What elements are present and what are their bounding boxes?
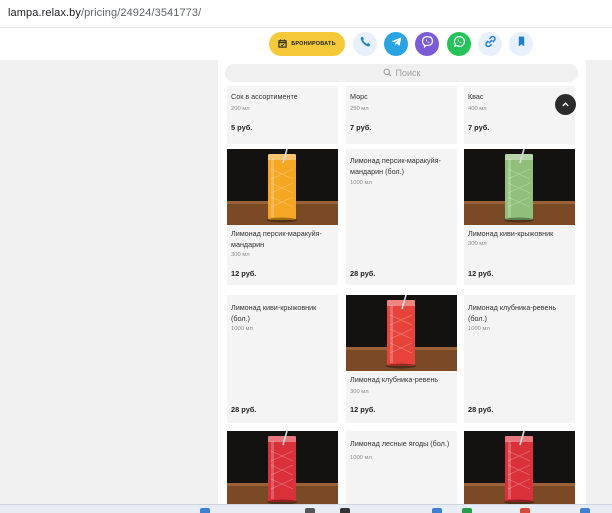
item-volume: 200 мл: [231, 106, 250, 112]
drink-photo: [346, 295, 457, 371]
menu-item-card[interactable]: [464, 431, 575, 504]
menu-item-card[interactable]: Лимонад персик-маракуйя-мандарин (бол.) …: [346, 149, 457, 285]
drink-photo: [464, 431, 575, 504]
taskbar-app-icon[interactable]: [305, 508, 315, 513]
item-volume: 300 мл: [350, 389, 369, 395]
item-volume: 300 мл: [468, 241, 487, 247]
menu-item-card[interactable]: Лимонад лесные ягоды (бол.) 1000 мл: [346, 431, 457, 504]
copy-link-button[interactable]: [478, 32, 502, 56]
whatsapp-button[interactable]: [447, 32, 471, 56]
item-name: Лимонад клубника-ревень: [350, 375, 439, 384]
item-name: Лимонад киви-крыжовник: [468, 229, 554, 238]
scroll-top-button[interactable]: [555, 94, 576, 115]
item-price: 12 руб.: [468, 269, 494, 278]
viber-button[interactable]: [415, 32, 439, 56]
url-path: /pricing/24924/3541773/: [80, 7, 202, 19]
menu-item-card[interactable]: Сок в ассортименте 200 мл 5 руб.: [227, 86, 338, 144]
item-volume: 250 мл: [350, 106, 369, 112]
viber-icon: [421, 35, 434, 53]
calendar-icon: [278, 38, 287, 50]
item-volume: 1000 мл: [231, 326, 253, 332]
menu-page: Поиск Сок в ассортименте 200 мл 5 руб. М…: [218, 60, 586, 504]
search-input[interactable]: Поиск: [225, 64, 578, 82]
whatsapp-icon: [453, 35, 466, 53]
item-name: Лимонад персик-маракуйя-мандарин: [231, 229, 322, 249]
menu-item-card[interactable]: Лимонад персик-маракуйя-мандарин 300 мл …: [227, 149, 338, 285]
item-name: Лимонад персик-маракуйя-мандарин (бол.): [350, 156, 441, 176]
drink-photo: [464, 149, 575, 225]
taskbar-app-icon[interactable]: [340, 508, 350, 513]
book-button[interactable]: БРОНИРОВАТЬ: [269, 32, 345, 56]
item-volume: 1000 мл: [350, 180, 372, 186]
item-volume: 300 мл: [231, 252, 250, 258]
taskbar-app-icon[interactable]: [432, 508, 442, 513]
taskbar-app-icon[interactable]: [200, 508, 210, 513]
link-icon: [484, 35, 497, 53]
menu-item-card[interactable]: Квас 400 мл 7 руб.: [464, 86, 575, 144]
chevron-up-icon: [561, 96, 570, 114]
phone-button[interactable]: [353, 32, 377, 56]
address-bar[interactable]: lampa.relax.by/pricing/24924/3541773/: [0, 0, 612, 28]
item-price: 7 руб.: [350, 123, 372, 132]
item-name: Морс: [350, 92, 368, 101]
menu-item-card[interactable]: Лимонад клубника-ревень 300 мл 12 руб.: [346, 295, 457, 423]
item-price: 28 руб.: [468, 405, 494, 414]
taskbar-app-icon[interactable]: [520, 508, 530, 513]
url-host: lampa.relax.by: [8, 7, 81, 19]
menu-item-card[interactable]: [227, 431, 338, 504]
drink-photo: [227, 431, 338, 504]
menu-item-card[interactable]: Лимонад клубника-ревень (бол.) 1000 мл 2…: [464, 295, 575, 423]
item-volume: 1000 мл: [350, 455, 372, 461]
item-price: 12 руб.: [231, 269, 257, 278]
bookmark-button[interactable]: [509, 32, 533, 56]
taskbar-app-icon[interactable]: [580, 508, 590, 513]
search-icon: [383, 68, 392, 79]
item-price: 12 руб.: [350, 405, 376, 414]
menu-item-card[interactable]: Морс 250 мл 7 руб.: [346, 86, 457, 144]
item-volume: 1000 мл: [468, 326, 490, 332]
drink-photo: [227, 149, 338, 225]
search-placeholder: Поиск: [395, 68, 421, 78]
menu-item-card[interactable]: Лимонад киви-крыжовник (бол.) 1000 мл 28…: [227, 295, 338, 423]
telegram-button[interactable]: [384, 32, 408, 56]
item-name: Лимонад клубника-ревень (бол.): [468, 303, 557, 323]
item-name: Лимонад лесные ягоды (бол.): [350, 439, 450, 448]
phone-icon: [359, 35, 372, 53]
taskbar-app-icon[interactable]: [462, 508, 472, 513]
item-price: 5 руб.: [231, 123, 253, 132]
item-price: 28 руб.: [350, 269, 376, 278]
item-price: 7 руб.: [468, 123, 490, 132]
action-toolbar: БРОНИРОВАТЬ: [0, 28, 612, 60]
item-name: Сок в ассортименте: [231, 92, 298, 101]
menu-item-card[interactable]: Лимонад киви-крыжовник 300 мл 12 руб.: [464, 149, 575, 285]
item-name: Лимонад киви-крыжовник (бол.): [231, 303, 317, 323]
bookmark-icon: [515, 35, 528, 53]
book-button-label: БРОНИРОВАТЬ: [291, 41, 336, 47]
item-volume: 400 мл: [468, 106, 487, 112]
telegram-icon: [390, 35, 403, 53]
url-text[interactable]: lampa.relax.by/pricing/24924/3541773/: [8, 7, 201, 19]
item-price: 28 руб.: [231, 405, 257, 414]
